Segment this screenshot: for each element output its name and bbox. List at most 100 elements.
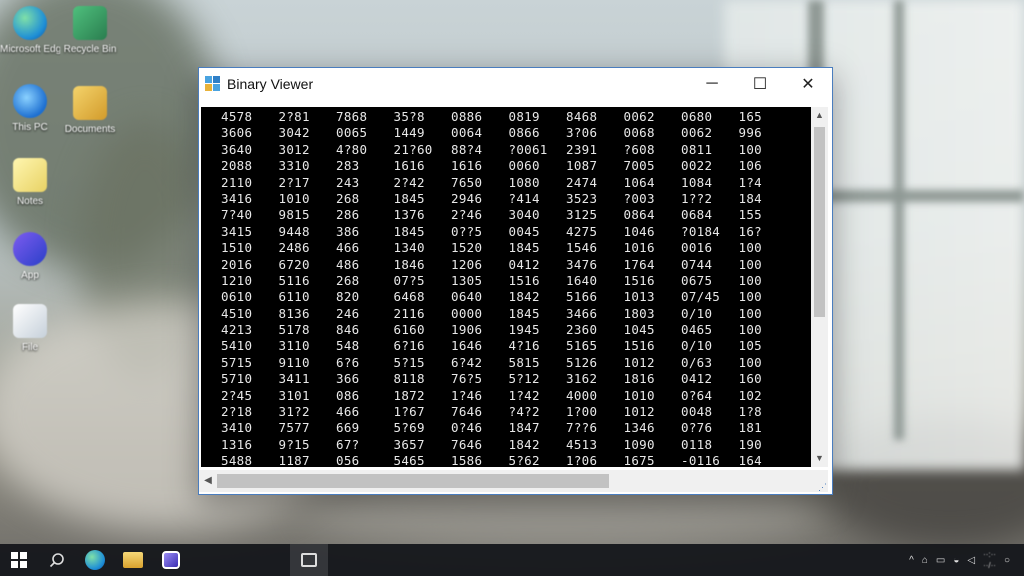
desktop-icon-app[interactable]: App: [0, 232, 60, 281]
grid-cell[interactable]: 5?12: [509, 371, 567, 387]
network-icon[interactable]: ⌂: [922, 555, 928, 566]
grid-cell[interactable]: 3040: [509, 207, 567, 223]
grid-cell[interactable]: 3042: [279, 125, 337, 141]
binary-viewer-window[interactable]: Binary Viewer ─ ☐ ✕ 4578 2?81 7868 35?8 0886…: [198, 67, 833, 495]
grid-cell[interactable]: 0811: [681, 142, 739, 158]
grid-cell[interactable]: 3110: [279, 338, 337, 354]
grid-cell[interactable]: 1516: [624, 273, 682, 289]
grid-cell[interactable]: 4?80: [336, 142, 394, 158]
grid-cell[interactable]: 1845: [394, 224, 452, 240]
grid-cell[interactable]: 366: [336, 371, 394, 387]
desktop-icon-recycle[interactable]: Recycle Bin: [60, 6, 120, 55]
grid-cell[interactable]: 0866: [509, 125, 567, 141]
grid-cell[interactable]: 100: [739, 322, 797, 338]
grid-cell[interactable]: 2088: [221, 158, 279, 174]
grid-cell[interactable]: ?0184: [681, 224, 739, 240]
grid-cell[interactable]: 1546: [566, 240, 624, 256]
grid-cell[interactable]: 466: [336, 404, 394, 420]
grid-cell[interactable]: 5?62: [509, 453, 567, 467]
grid-cell[interactable]: 1?4: [739, 175, 797, 191]
desktop-icon-documents[interactable]: Documents: [60, 86, 120, 135]
grid-cell[interactable]: 4000: [566, 388, 624, 404]
grid-cell[interactable]: 1??2: [681, 191, 739, 207]
grid-cell[interactable]: ?4?2: [509, 404, 567, 420]
grid-cell[interactable]: 1842: [509, 289, 567, 305]
notification-icon[interactable]: ○: [1004, 555, 1010, 566]
grid-cell[interactable]: 0?46: [451, 420, 509, 436]
grid-cell[interactable]: 3012: [279, 142, 337, 158]
grid-cell[interactable]: 086: [336, 388, 394, 404]
grid-cell[interactable]: 5?15: [394, 355, 452, 371]
grid-cell[interactable]: 1064: [624, 175, 682, 191]
grid-cell[interactable]: 165: [739, 109, 797, 125]
title-bar[interactable]: Binary Viewer ─ ☐ ✕: [199, 68, 832, 100]
grid-cell[interactable]: 35?8: [394, 109, 452, 125]
grid-cell[interactable]: 0065: [336, 125, 394, 141]
scroll-down-icon[interactable]: ▼: [811, 450, 828, 467]
grid-cell[interactable]: 88?4: [451, 142, 509, 158]
grid-cell[interactable]: 3416: [221, 191, 279, 207]
grid-cell[interactable]: 0060: [509, 158, 567, 174]
grid-cell[interactable]: 5410: [221, 338, 279, 354]
grid-cell[interactable]: 6468: [394, 289, 452, 305]
grid-cell[interactable]: 5488: [221, 453, 279, 467]
grid-cell[interactable]: 0744: [681, 257, 739, 273]
grid-cell[interactable]: 4513: [566, 437, 624, 453]
grid-cell[interactable]: 100: [739, 240, 797, 256]
grid-cell[interactable]: 21?60: [394, 142, 452, 158]
grid-cell[interactable]: 1?8: [739, 404, 797, 420]
grid-cell[interactable]: 6?6: [336, 355, 394, 371]
grid-cell[interactable]: 1845: [509, 306, 567, 322]
grid-cell[interactable]: 164: [739, 453, 797, 467]
grid-cell[interactable]: ?414: [509, 191, 567, 207]
grid-cell[interactable]: 0016: [681, 240, 739, 256]
grid-cell[interactable]: 1449: [394, 125, 452, 141]
grid-cell[interactable]: 5166: [566, 289, 624, 305]
grid-cell[interactable]: 5116: [279, 273, 337, 289]
grid-cell[interactable]: 1012: [624, 404, 682, 420]
grid-cell[interactable]: 6?42: [451, 355, 509, 371]
start-button[interactable]: [0, 544, 38, 576]
grid-cell[interactable]: 9448: [279, 224, 337, 240]
grid-cell[interactable]: 1516: [509, 273, 567, 289]
scroll-up-icon[interactable]: ▲: [811, 107, 828, 124]
taskbar-edge[interactable]: [76, 544, 114, 576]
grid-cell[interactable]: 1013: [624, 289, 682, 305]
grid-cell[interactable]: 0048: [681, 404, 739, 420]
grid-cell[interactable]: 820: [336, 289, 394, 305]
grid-cell[interactable]: ?003: [624, 191, 682, 207]
grid-cell[interactable]: 1646: [451, 338, 509, 354]
grid-cell[interactable]: 102: [739, 388, 797, 404]
grid-cell[interactable]: 7?40: [221, 207, 279, 223]
grid-cell[interactable]: 0610: [221, 289, 279, 305]
scroll-left-icon[interactable]: ◀: [201, 470, 215, 492]
grid-cell[interactable]: 0680: [681, 109, 739, 125]
grid-cell[interactable]: 548: [336, 338, 394, 354]
grid-cell[interactable]: 2486: [279, 240, 337, 256]
grid-cell[interactable]: 2016: [221, 257, 279, 273]
taskbar-file-explorer[interactable]: [114, 544, 152, 576]
grid-cell[interactable]: 9?15: [279, 437, 337, 453]
grid-cell[interactable]: 1640: [566, 273, 624, 289]
search-button[interactable]: [38, 544, 76, 576]
grid-cell[interactable]: 3?06: [566, 125, 624, 141]
grid-cell[interactable]: 190: [739, 437, 797, 453]
grid-cell[interactable]: 2116: [394, 306, 452, 322]
grid-cell[interactable]: 1616: [451, 158, 509, 174]
grid-cell[interactable]: 1675: [624, 453, 682, 467]
grid-cell[interactable]: 0465: [681, 322, 739, 338]
grid-cell[interactable]: 2391: [566, 142, 624, 158]
grid-cell[interactable]: 3657: [394, 437, 452, 453]
grid-cell[interactable]: 3466: [566, 306, 624, 322]
grid-cell[interactable]: 3415: [221, 224, 279, 240]
grid-cell[interactable]: 2?46: [451, 207, 509, 223]
grid-cell[interactable]: 268: [336, 273, 394, 289]
grid-cell[interactable]: 283: [336, 158, 394, 174]
grid-cell[interactable]: 0412: [681, 371, 739, 387]
grid-cell[interactable]: 286: [336, 207, 394, 223]
grid-cell[interactable]: 1046: [624, 224, 682, 240]
grid-cell[interactable]: 5178: [279, 322, 337, 338]
grid-cell[interactable]: 16?: [739, 224, 797, 240]
grid-cell[interactable]: 155: [739, 207, 797, 223]
grid-cell[interactable]: 0/63: [681, 355, 739, 371]
